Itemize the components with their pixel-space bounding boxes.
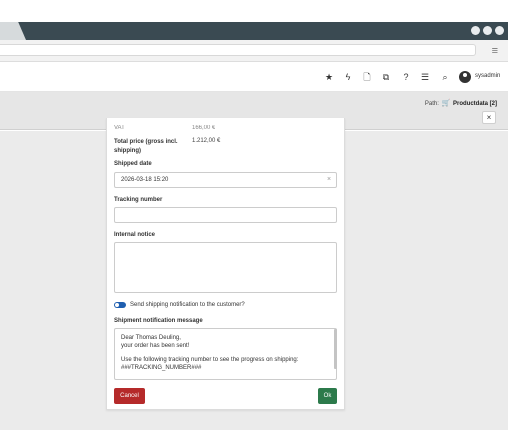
minimize-button[interactable] [471, 26, 480, 35]
tracking-number-label: Tracking number [114, 197, 163, 203]
bolt-icon[interactable]: ϟ [342, 71, 354, 83]
total-price-label: Total price (gross incl. shipping) [114, 139, 178, 154]
username[interactable]: sysadmin [475, 73, 500, 79]
clear-date-icon[interactable]: × [327, 176, 331, 183]
cart-icon: 🛒 [441, 100, 451, 107]
maximize-button[interactable] [483, 26, 492, 35]
window-controls [471, 26, 504, 35]
path-item[interactable]: Productdata [2] [453, 101, 497, 107]
notification-toggle[interactable] [114, 302, 126, 308]
breadcrumb: Path: 🛒 Productdata [2] [425, 99, 497, 107]
notification-message-textarea[interactable]: Dear Thomas Deuling, your order has been… [114, 328, 337, 380]
document-icon[interactable]: 🗋 [361, 71, 373, 83]
vat-label: VAT [114, 125, 125, 131]
search-icon[interactable]: ⌕ [439, 71, 451, 83]
close-button[interactable]: × [482, 111, 496, 124]
ok-button[interactable]: Ok [318, 388, 337, 404]
message-line: Dear Thomas Deuling, [121, 335, 181, 341]
shipped-date-label: Shipped date [114, 161, 152, 167]
cancel-button[interactable]: Cancel [114, 388, 145, 404]
tab-strip [0, 22, 508, 40]
message-scrollbar[interactable] [334, 329, 337, 369]
message-line: your order has been sent! [121, 343, 190, 349]
close-window-button[interactable] [495, 26, 504, 35]
shipped-date-input[interactable]: 2026-03-18 15:20 [114, 172, 337, 188]
tracking-number-input[interactable] [114, 207, 337, 223]
user-avatar[interactable] [459, 71, 471, 83]
help-icon[interactable]: ? [400, 71, 412, 83]
url-input[interactable] [0, 44, 476, 56]
message-line: Use the following tracking number to see… [121, 357, 299, 363]
browser-menu-icon[interactable]: ≡ [492, 46, 498, 57]
app-toolbar: ★ ϟ 🗋 ⧉ ? ☰ ⌕ sysadmin [0, 62, 508, 92]
list-icon[interactable]: ☰ [419, 71, 431, 83]
internal-notice-label: Internal notice [114, 232, 156, 238]
star-icon[interactable]: ★ [323, 71, 335, 83]
copy-icon[interactable]: ⧉ [380, 71, 392, 83]
address-bar: ≡ [0, 40, 508, 62]
notification-toggle-label[interactable]: Send shipping notification to the custom… [130, 302, 245, 308]
total-price-value: 1.212,00 € [192, 138, 221, 144]
message-line: ###TRACKING_NUMBER### [121, 365, 202, 371]
vat-value: 166,00 € [192, 125, 216, 131]
window-titlebar [0, 0, 508, 40]
path-label: Path: [424, 101, 439, 107]
message-label: Shipment notification message [114, 318, 203, 324]
internal-notice-textarea[interactable] [114, 242, 337, 293]
